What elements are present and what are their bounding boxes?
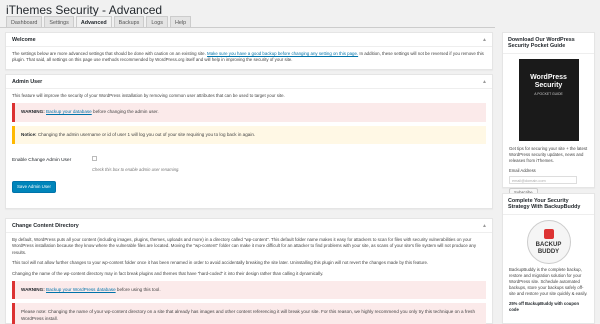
field-description: Check this box to enable admin user rena… <box>92 166 180 172</box>
page-title: iThemes Security - Advanced <box>6 3 163 17</box>
book-title: WordPress Security <box>530 74 567 89</box>
admin-user-panel: Admin User ▲ This feature will improve t… <box>5 74 493 209</box>
enable-change-admin-row: Enable Change Admin User Check this box … <box>12 156 486 173</box>
welcome-panel: Welcome ▲ The settings below are more ad… <box>5 32 493 70</box>
panel-body: By default, WordPress puts all your cont… <box>6 233 492 324</box>
warning-notice: WARNING: Backup your database before cha… <box>12 103 486 122</box>
panel-title: Welcome <box>12 37 36 43</box>
content-dir-paragraph-3: Changing the name of the wp-content dire… <box>12 270 324 276</box>
panel-header[interactable]: Welcome ▲ <box>6 33 492 47</box>
field-label: Enable Change Admin User <box>12 158 72 164</box>
enable-change-admin-checkbox[interactable] <box>92 156 97 162</box>
welcome-text-before: The settings below are more advanced set… <box>12 51 206 56</box>
backupbuddy-panel: Complete Your Security Strategy With Bac… <box>502 193 595 324</box>
note-text: Please note: Changing the name of your w… <box>21 309 476 321</box>
panel-header[interactable]: Complete Your Security Strategy With Bac… <box>503 194 594 215</box>
save-admin-user-button[interactable]: Save Admin User <box>12 181 56 194</box>
email-field[interactable]: email@domain.com <box>509 176 577 184</box>
backup-database-link[interactable]: Backup your database <box>46 109 92 114</box>
warning-prefix: WARNING: <box>21 109 45 115</box>
logo-line-2: BUDDY <box>537 248 560 255</box>
coupon-text: 25% off BackupBuddy with coupon code <box>509 301 580 312</box>
collapse-icon[interactable]: ▲ <box>482 37 487 43</box>
backup-wordpress-database-link[interactable]: Backup your WordPress database <box>46 287 116 292</box>
panel-header[interactable]: Download Our WordPress Security Pocket G… <box>503 33 594 54</box>
pocket-guide-book-image: WordPress Security A POCKET GUIDE <box>518 59 579 141</box>
content-dir-paragraph-1: By default, WordPress puts all your cont… <box>12 237 477 255</box>
welcome-text: The settings below are more advanced set… <box>12 51 486 64</box>
backupbuddy-text: BackupBuddy is the complete backup, rest… <box>509 267 588 296</box>
panel-title: Complete Your Security Strategy With Bac… <box>508 198 581 210</box>
warning-prefix: WARNING: <box>21 287 45 293</box>
admin-intro: This feature will improve the security o… <box>12 93 285 98</box>
please-note-notice: Please note: Changing the name of your w… <box>12 303 486 324</box>
pocket-guide-panel: Download Our WordPress Security Pocket G… <box>502 32 595 198</box>
book-subtitle: A POCKET GUIDE <box>534 92 563 96</box>
warning-notice: WARNING: Backup your WordPress database … <box>12 281 486 300</box>
notice-text: Changing the admin username or id of use… <box>37 131 256 137</box>
email-label: Email Address <box>509 168 536 173</box>
panel-header[interactable]: Admin User ▲ <box>6 75 492 89</box>
tabs-divider <box>0 27 495 28</box>
warning-text: before using this tool. <box>116 287 161 293</box>
panel-body: The settings below are more advanced set… <box>6 47 492 72</box>
warning-text: before changing the admin user. <box>93 109 159 115</box>
content-dir-paragraph-2: This tool will not allow further changes… <box>12 260 429 266</box>
panel-body: This feature will improve the security o… <box>6 89 492 197</box>
notice-prefix: Notice: <box>21 131 37 137</box>
pocket-guide-text: Get tips for securing your site + the la… <box>509 146 588 163</box>
plug-icon <box>543 229 554 239</box>
collapse-icon[interactable]: ▲ <box>482 79 487 85</box>
panel-title: Download Our WordPress Security Pocket G… <box>508 37 575 49</box>
content-directory-panel: Change Content Directory ▲ By default, W… <box>5 218 493 324</box>
backupbuddy-logo: BACKUP BUDDY <box>526 220 571 264</box>
panel-header[interactable]: Change Content Directory ▲ <box>6 219 492 233</box>
panel-title: Admin User <box>12 79 43 85</box>
logout-notice: Notice: Changing the admin username or i… <box>12 125 486 145</box>
panel-body: BACKUP BUDDY BackupBuddy is the complete… <box>503 215 594 318</box>
backup-link[interactable]: Make sure you have a good backup before … <box>207 51 358 56</box>
panel-body: WordPress Security A POCKET GUIDE Get ti… <box>503 54 594 203</box>
panel-title: Change Content Directory <box>12 223 79 229</box>
collapse-icon[interactable]: ▲ <box>482 223 487 229</box>
